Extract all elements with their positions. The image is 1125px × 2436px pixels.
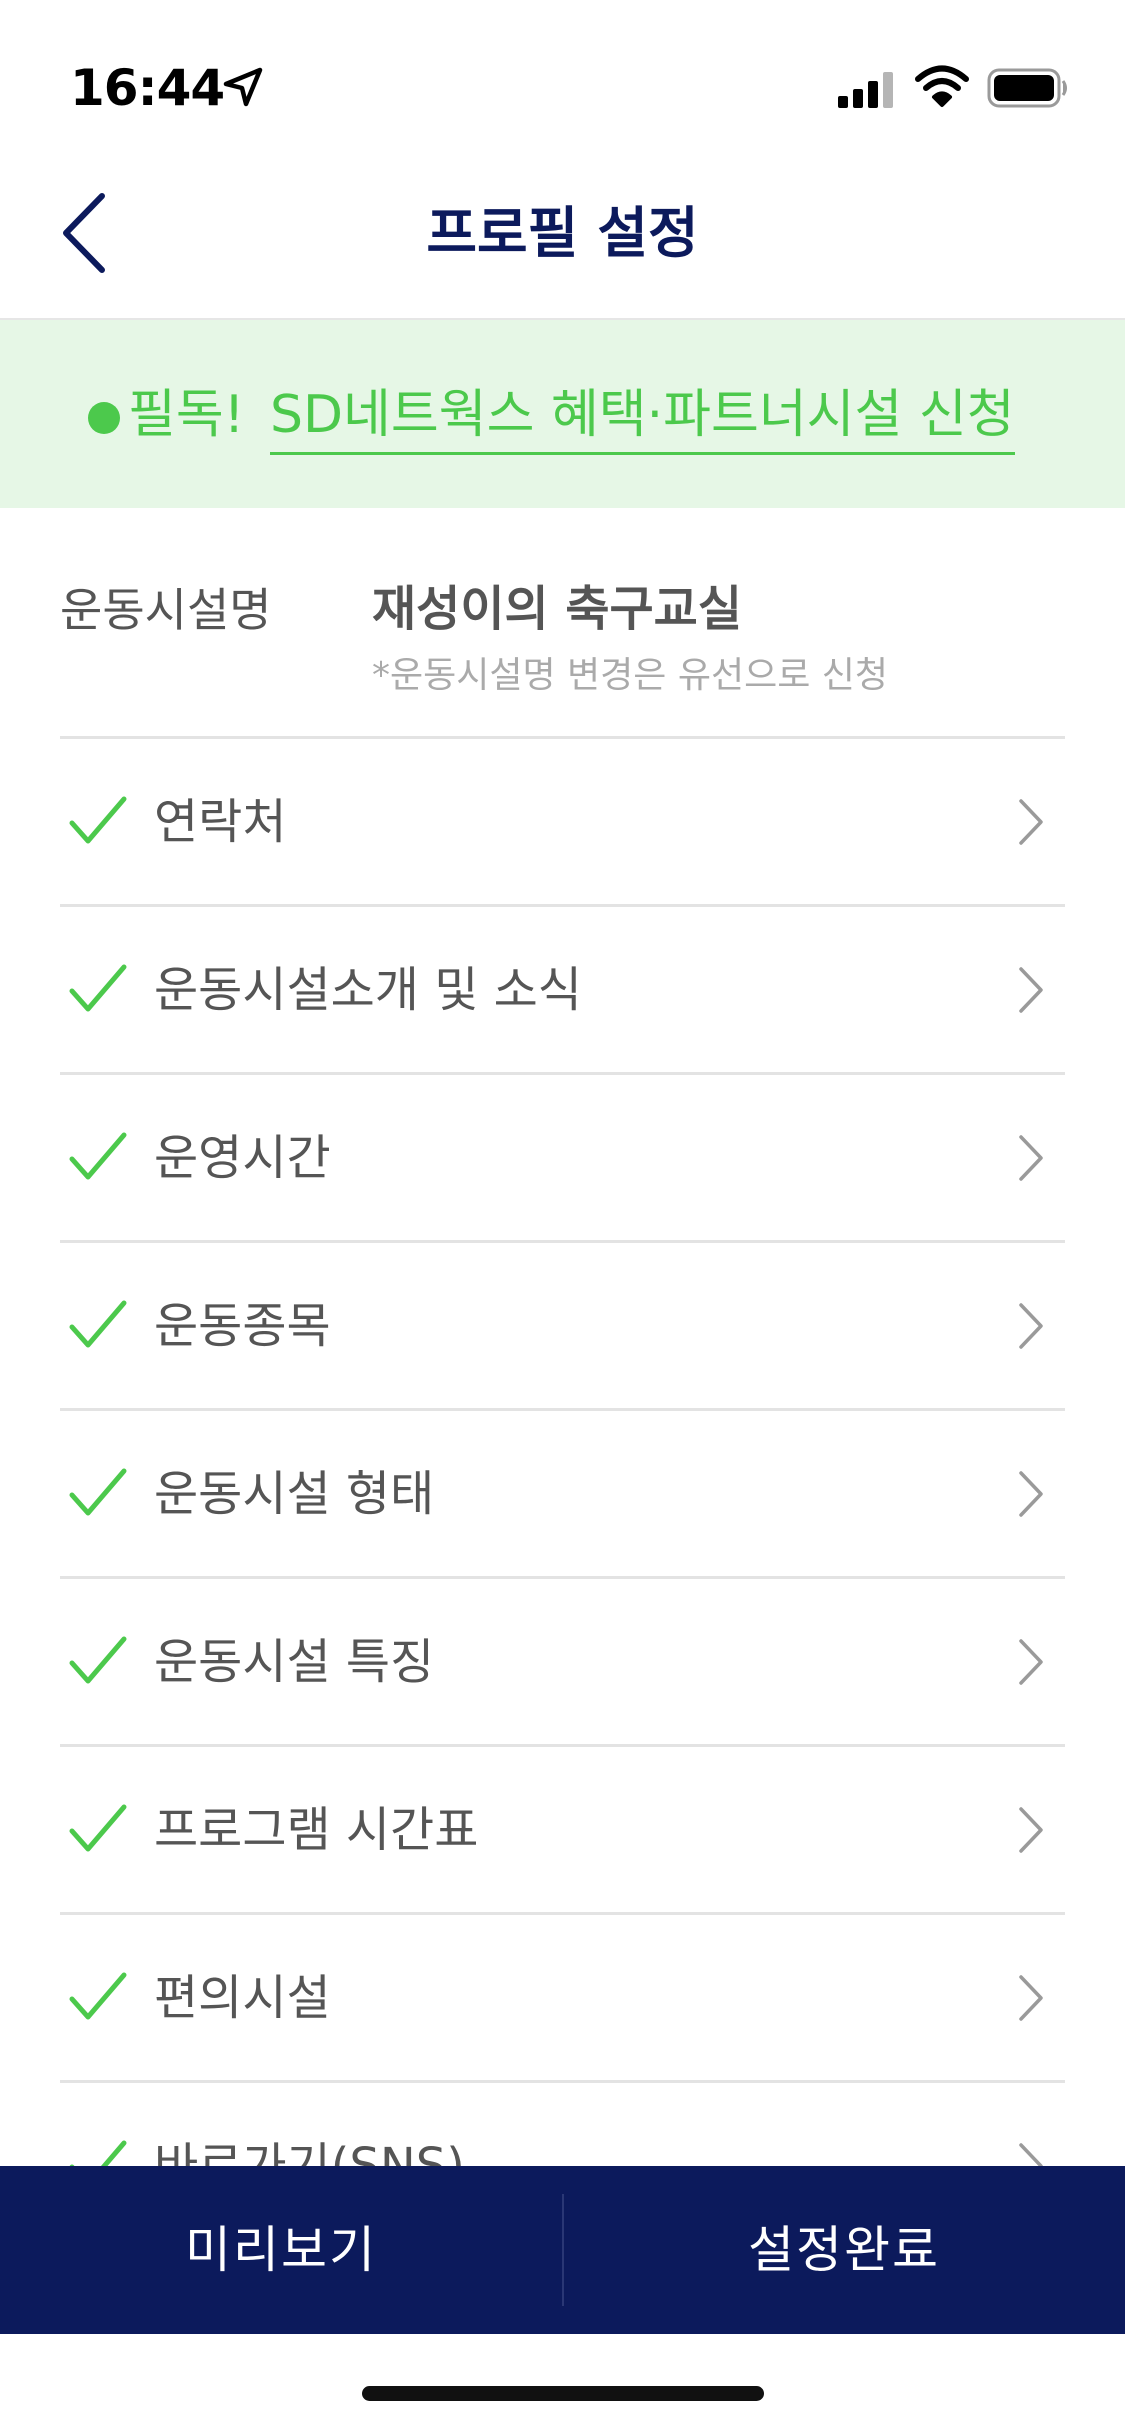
header: 프로필 설정 [0, 132, 1125, 320]
settings-item-label: 연락처 [154, 794, 287, 850]
banner-prefix: 필독! [128, 385, 245, 445]
check-icon [69, 1804, 127, 1852]
settings-item-facility-type[interactable]: 운동시설 형태 [60, 1411, 1065, 1579]
settings-item-intro-news[interactable]: 운동시설소개 및 소식 [60, 907, 1065, 1075]
check-icon [69, 964, 127, 1012]
chevron-right-icon [1019, 1135, 1043, 1181]
facility-name-row: 운동시설명 재성이의 축구교실 *운동시설명 변경은 유선으로 신청 [60, 508, 1065, 739]
complete-settings-button[interactable]: 설정완료 [563, 2166, 1125, 2334]
benefits-apply-link[interactable]: SD네트웍스 혜택·파트너시설 신청 [270, 382, 1015, 455]
cellular-signal-icon [838, 72, 893, 108]
battery-icon [987, 68, 1067, 108]
chevron-right-icon [1019, 1807, 1043, 1853]
home-indicator-area [0, 2334, 1125, 2436]
chevron-right-icon [1019, 1975, 1043, 2021]
notice-banner: 필독! SD네트웍스 혜택·파트너시설 신청 [0, 320, 1125, 508]
status-time: 16:44 [70, 59, 225, 117]
check-icon [69, 1468, 127, 1516]
settings-item-label: 운영시간 [154, 1130, 331, 1186]
facility-name-label: 운동시설명 [60, 583, 272, 637]
check-icon [69, 1636, 127, 1684]
settings-item-hours[interactable]: 운영시간 [60, 1075, 1065, 1243]
preview-button[interactable]: 미리보기 [0, 2166, 562, 2334]
facility-name-value: 재성이의 축구교실 [372, 581, 742, 637]
chevron-right-icon [1019, 1303, 1043, 1349]
settings-list: 연락처 운동시설소개 및 소식 운영시간 운동종목 운동시설 형태 운동시설 특… [60, 739, 1065, 2251]
status-bar: 16:44 [0, 0, 1125, 132]
settings-item-label: 운동시설 특징 [154, 1634, 435, 1690]
chevron-right-icon [1019, 967, 1043, 1013]
check-icon [69, 1132, 127, 1180]
check-icon [69, 1972, 127, 2020]
check-icon [69, 796, 127, 844]
home-indicator[interactable] [362, 2386, 764, 2401]
page-title: 프로필 설정 [426, 201, 699, 265]
chevron-right-icon [1019, 1639, 1043, 1685]
settings-item-label: 운동종목 [154, 1298, 331, 1354]
settings-item-schedule[interactable]: 프로그램 시간표 [60, 1747, 1065, 1915]
settings-item-contact[interactable]: 연락처 [60, 739, 1065, 907]
settings-item-label: 운동시설소개 및 소식 [154, 962, 582, 1018]
chevron-right-icon [1019, 799, 1043, 845]
facility-name-note: *운동시설명 변경은 유선으로 신청 [372, 655, 889, 696]
wifi-icon [915, 65, 969, 107]
settings-item-amenities[interactable]: 편의시설 [60, 1915, 1065, 2083]
settings-item-sports[interactable]: 운동종목 [60, 1243, 1065, 1411]
check-icon [69, 1300, 127, 1348]
location-arrow-icon [223, 67, 263, 107]
settings-item-facility-features[interactable]: 운동시설 특징 [60, 1579, 1065, 1747]
settings-item-label: 편의시설 [154, 1970, 331, 2026]
chevron-right-icon [1019, 1471, 1043, 1517]
settings-item-label: 프로그램 시간표 [154, 1802, 479, 1858]
settings-item-label: 운동시설 형태 [154, 1466, 435, 1522]
banner-dot-icon [88, 402, 120, 434]
bottom-action-bar: 미리보기 설정완료 [0, 2166, 1125, 2334]
